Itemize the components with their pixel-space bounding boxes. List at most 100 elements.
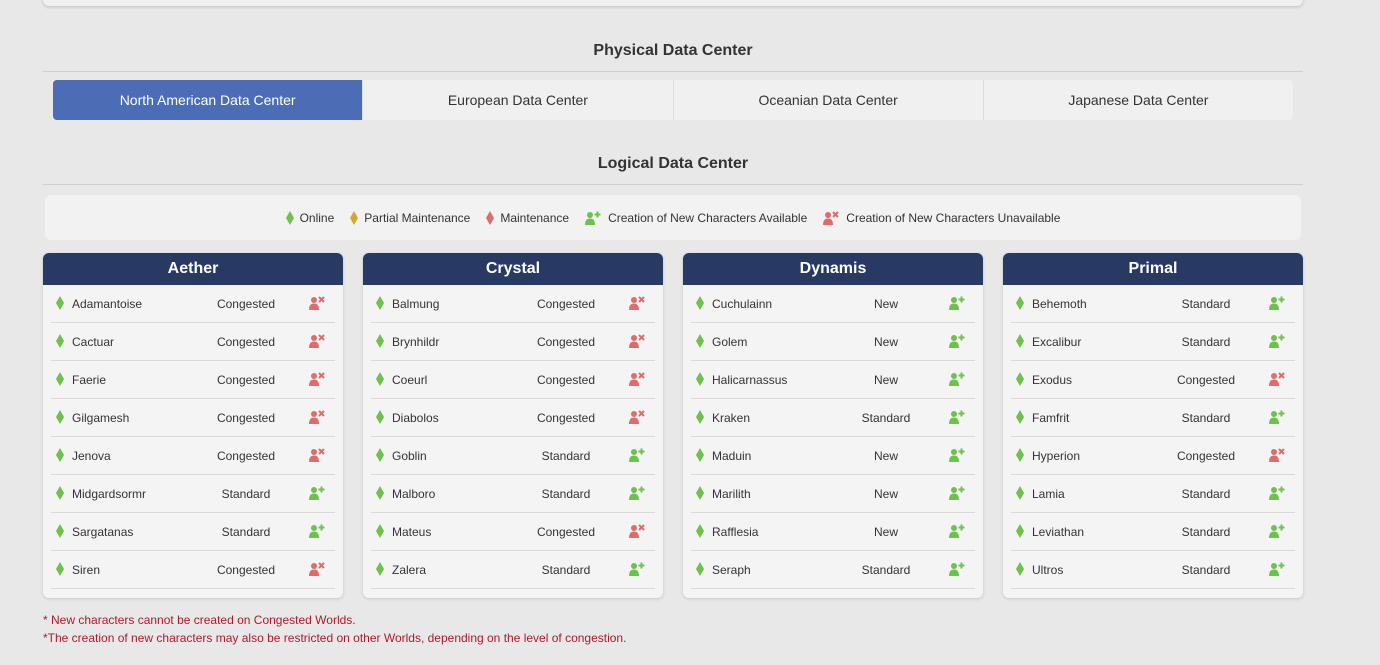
world-name: Siren bbox=[72, 562, 101, 577]
data-center-name: Crystal bbox=[363, 253, 663, 285]
world-category: Standard bbox=[541, 486, 591, 501]
legend-maintenance: Maintenance bbox=[486, 210, 569, 225]
add-user-icon bbox=[1269, 333, 1286, 348]
add-user-icon bbox=[949, 371, 966, 386]
online-status-icon bbox=[56, 486, 64, 500]
world-category: Standard bbox=[861, 562, 911, 577]
world-row: Adamantoise Congested bbox=[51, 285, 335, 323]
world-name: Leviathan bbox=[1032, 524, 1085, 539]
world-row: Behemoth Standard bbox=[1011, 285, 1295, 323]
online-status-icon bbox=[696, 372, 704, 386]
world-row: Golem New bbox=[691, 323, 975, 361]
world-category: Standard bbox=[861, 410, 911, 425]
world-name: Lamia bbox=[1032, 486, 1065, 501]
add-user-icon bbox=[629, 561, 646, 576]
online-status-icon bbox=[696, 562, 704, 576]
world-row: Exodus Congested bbox=[1011, 361, 1295, 399]
world-category: New bbox=[873, 334, 898, 349]
world-name: Brynhildr bbox=[392, 334, 440, 349]
legend-partial-maintenance: Partial Maintenance bbox=[350, 210, 470, 225]
user-blocked-icon bbox=[309, 333, 326, 348]
tab-oceanian[interactable]: Oceanian Data Center bbox=[673, 80, 984, 120]
world-row: Hyperion Congested bbox=[1011, 437, 1295, 475]
world-name: Balmung bbox=[392, 296, 440, 311]
tab-european[interactable]: European Data Center bbox=[363, 80, 674, 120]
data-center-name: Aether bbox=[43, 253, 343, 285]
add-user-icon bbox=[949, 561, 966, 576]
world-row: Diabolos Congested bbox=[371, 399, 655, 437]
legend-online: Online bbox=[285, 210, 334, 225]
world-name: Diabolos bbox=[392, 410, 439, 425]
footnote-congested: * New characters cannot be created on Co… bbox=[43, 613, 356, 627]
world-category: Congested bbox=[536, 410, 596, 425]
world-name: Goblin bbox=[392, 448, 427, 463]
tab-north-american[interactable]: North American Data Center bbox=[53, 80, 364, 120]
world-row: Leviathan Standard bbox=[1011, 513, 1295, 551]
online-status-icon bbox=[1016, 486, 1024, 500]
world-category: Congested bbox=[536, 372, 596, 387]
world-row: Ultros Standard bbox=[1011, 551, 1295, 589]
online-status-icon bbox=[56, 372, 64, 386]
world-category: New bbox=[873, 524, 898, 539]
world-row: Faerie Congested bbox=[51, 361, 335, 399]
user-blocked-icon bbox=[309, 447, 326, 462]
world-name: Faerie bbox=[72, 372, 107, 387]
add-user-icon bbox=[949, 295, 966, 310]
data-center-card-primal: Primal Behemoth Standard Excalibur Standard E… bbox=[1003, 253, 1303, 598]
world-list: Adamantoise Congested Cactuar Congested Faer… bbox=[43, 285, 343, 589]
legend-creation-unavailable: Creation of New Characters Unavailable bbox=[823, 210, 1060, 225]
data-center-card-crystal: Crystal Balmung Congested Brynhildr Congeste… bbox=[363, 253, 663, 598]
physical-data-center-title: Physical Data Center bbox=[593, 42, 753, 59]
user-blocked-icon bbox=[309, 295, 326, 310]
world-row: Sargatanas Standard bbox=[51, 513, 335, 551]
online-status-icon bbox=[1016, 334, 1024, 348]
status-legend: Online Partial Maintenance Maintenance C… bbox=[45, 195, 1301, 240]
world-row: Famfrit Standard bbox=[1011, 399, 1295, 437]
world-category: Standard bbox=[221, 486, 271, 501]
online-status-icon bbox=[285, 210, 294, 225]
tab-japanese[interactable]: Japanese Data Center bbox=[983, 80, 1293, 120]
online-status-icon bbox=[56, 562, 64, 576]
world-row: Marilith New bbox=[691, 475, 975, 513]
world-name: Rafflesia bbox=[712, 524, 759, 539]
maintenance-icon bbox=[486, 210, 495, 225]
online-status-icon bbox=[376, 562, 384, 576]
world-row: Mateus Congested bbox=[371, 513, 655, 551]
user-blocked-icon bbox=[823, 210, 840, 225]
online-status-icon bbox=[1016, 448, 1024, 462]
online-status-icon bbox=[376, 410, 384, 424]
world-category: Standard bbox=[1181, 524, 1231, 539]
online-status-icon bbox=[1016, 562, 1024, 576]
world-name: Famfrit bbox=[1032, 410, 1070, 425]
user-blocked-icon bbox=[1269, 371, 1286, 386]
add-user-icon bbox=[629, 485, 646, 500]
world-name: Golem bbox=[712, 334, 748, 349]
world-category: Standard bbox=[541, 448, 591, 463]
world-row: Maduin New bbox=[691, 437, 975, 475]
world-category: New bbox=[873, 448, 898, 463]
world-row: Malboro Standard bbox=[371, 475, 655, 513]
world-row: Rafflesia New bbox=[691, 513, 975, 551]
data-center-name: Dynamis bbox=[683, 253, 983, 285]
world-category: Congested bbox=[1176, 448, 1236, 463]
online-status-icon bbox=[376, 372, 384, 386]
world-name: Gilgamesh bbox=[72, 410, 130, 425]
user-blocked-icon bbox=[629, 295, 646, 310]
world-name: Cuchulainn bbox=[712, 296, 773, 311]
world-name: Seraph bbox=[712, 562, 751, 577]
section-divider bbox=[43, 71, 1303, 72]
world-category: Congested bbox=[216, 562, 276, 577]
footnote-restriction: *The creation of new characters may also… bbox=[43, 631, 627, 645]
world-category: Standard bbox=[1181, 486, 1231, 501]
world-row: Zalera Standard bbox=[371, 551, 655, 589]
world-name: Maduin bbox=[712, 448, 752, 463]
section-divider bbox=[43, 184, 1303, 185]
world-name: Behemoth bbox=[1032, 296, 1087, 311]
online-status-icon bbox=[1016, 372, 1024, 386]
world-name: Zalera bbox=[392, 562, 427, 577]
add-user-icon bbox=[1269, 523, 1286, 538]
world-name: Halicarnassus bbox=[712, 372, 788, 387]
world-category: Congested bbox=[216, 334, 276, 349]
online-status-icon bbox=[56, 448, 64, 462]
world-list: Balmung Congested Brynhildr Congested Coeurl… bbox=[363, 285, 663, 589]
